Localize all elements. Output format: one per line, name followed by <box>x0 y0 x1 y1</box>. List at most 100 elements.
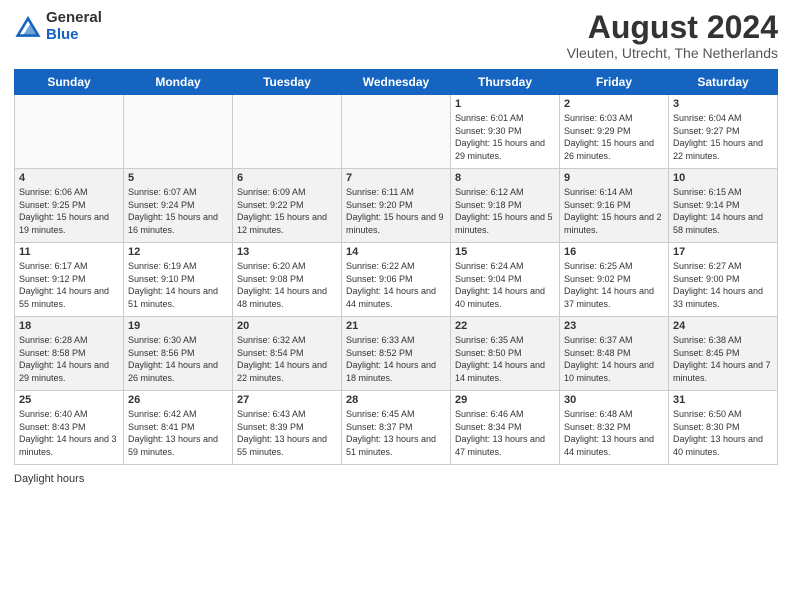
day-info: Sunrise: 6:22 AM Sunset: 9:06 PM Dayligh… <box>346 260 446 310</box>
day-info: Sunrise: 6:50 AM Sunset: 8:30 PM Dayligh… <box>673 408 773 458</box>
calendar-header-row: SundayMondayTuesdayWednesdayThursdayFrid… <box>15 70 778 95</box>
calendar-day-cell <box>342 95 451 169</box>
day-number: 9 <box>564 172 664 184</box>
day-info: Sunrise: 6:25 AM Sunset: 9:02 PM Dayligh… <box>564 260 664 310</box>
day-info: Sunrise: 6:45 AM Sunset: 8:37 PM Dayligh… <box>346 408 446 458</box>
footer: Daylight hours <box>14 469 778 487</box>
day-info: Sunrise: 6:20 AM Sunset: 9:08 PM Dayligh… <box>237 260 337 310</box>
calendar-day-cell: 20 Sunrise: 6:32 AM Sunset: 8:54 PM Dayli… <box>233 317 342 391</box>
calendar-day-cell: 23 Sunrise: 6:37 AM Sunset: 8:48 PM Dayli… <box>560 317 669 391</box>
calendar-week-row: 11 Sunrise: 6:17 AM Sunset: 9:12 PM Dayli… <box>15 243 778 317</box>
calendar-day-cell: 31 Sunrise: 6:50 AM Sunset: 8:30 PM Dayli… <box>669 391 778 465</box>
logo-icon <box>14 15 42 39</box>
day-number: 26 <box>128 394 228 406</box>
day-number: 27 <box>237 394 337 406</box>
day-number: 23 <box>564 320 664 332</box>
day-info: Sunrise: 6:43 AM Sunset: 8:39 PM Dayligh… <box>237 408 337 458</box>
page: General Blue August 2024 Vleuten, Utrech… <box>0 0 792 612</box>
day-info: Sunrise: 6:46 AM Sunset: 8:34 PM Dayligh… <box>455 408 555 458</box>
calendar-table: SundayMondayTuesdayWednesdayThursdayFrid… <box>14 69 778 465</box>
calendar-day-cell: 9 Sunrise: 6:14 AM Sunset: 9:16 PM Daylig… <box>560 169 669 243</box>
calendar-day-cell: 4Sunrise: 6:06 AM Sunset: 9:25 PM Daylig… <box>15 169 124 243</box>
calendar-day-cell: 1Sunrise: 6:01 AM Sunset: 9:30 PM Daylig… <box>451 95 560 169</box>
day-info: Sunrise: 6:33 AM Sunset: 8:52 PM Dayligh… <box>346 334 446 384</box>
location: Vleuten, Utrecht, The Netherlands <box>567 45 778 61</box>
day-number: 12 <box>128 246 228 258</box>
calendar-day-header: Thursday <box>451 70 560 95</box>
footer-text: Daylight hours <box>14 473 84 485</box>
header: General Blue August 2024 Vleuten, Utrech… <box>14 10 778 61</box>
day-number: 22 <box>455 320 555 332</box>
day-info: Sunrise: 6:32 AM Sunset: 8:54 PM Dayligh… <box>237 334 337 384</box>
day-number: 2 <box>564 98 664 110</box>
calendar-day-header: Monday <box>124 70 233 95</box>
calendar-day-cell: 28 Sunrise: 6:45 AM Sunset: 8:37 PM Dayli… <box>342 391 451 465</box>
day-info: Sunrise: 6:37 AM Sunset: 8:48 PM Dayligh… <box>564 334 664 384</box>
calendar-day-cell: 2 Sunrise: 6:03 AM Sunset: 9:29 PM Daylig… <box>560 95 669 169</box>
calendar-day-cell: 15Sunrise: 6:24 AM Sunset: 9:04 PM Dayli… <box>451 243 560 317</box>
month-title: August 2024 <box>567 10 778 45</box>
day-info: Sunrise: 6:07 AM Sunset: 9:24 PM Dayligh… <box>128 186 228 236</box>
day-number: 7 <box>346 172 446 184</box>
calendar-day-cell: 13Sunrise: 6:20 AM Sunset: 9:08 PM Dayli… <box>233 243 342 317</box>
calendar-week-row: 18Sunrise: 6:28 AM Sunset: 8:58 PM Dayli… <box>15 317 778 391</box>
calendar-day-cell: 19 Sunrise: 6:30 AM Sunset: 8:56 PM Dayli… <box>124 317 233 391</box>
day-number: 30 <box>564 394 664 406</box>
day-number: 11 <box>19 246 119 258</box>
calendar-day-cell <box>233 95 342 169</box>
calendar-day-cell: 6Sunrise: 6:09 AM Sunset: 9:22 PM Daylig… <box>233 169 342 243</box>
calendar-day-cell: 8Sunrise: 6:12 AM Sunset: 9:18 PM Daylig… <box>451 169 560 243</box>
day-info: Sunrise: 6:03 AM Sunset: 9:29 PM Dayligh… <box>564 112 664 162</box>
day-number: 17 <box>673 246 773 258</box>
logo: General Blue <box>14 10 102 43</box>
calendar-day-cell: 10 Sunrise: 6:15 AM Sunset: 9:14 PM Dayli… <box>669 169 778 243</box>
calendar-day-cell: 17 Sunrise: 6:27 AM Sunset: 9:00 PM Dayli… <box>669 243 778 317</box>
day-number: 5 <box>128 172 228 184</box>
day-info: Sunrise: 6:09 AM Sunset: 9:22 PM Dayligh… <box>237 186 337 236</box>
logo-general-text: General <box>46 10 102 27</box>
calendar-day-cell: 5 Sunrise: 6:07 AM Sunset: 9:24 PM Daylig… <box>124 169 233 243</box>
calendar-day-cell: 29 Sunrise: 6:46 AM Sunset: 8:34 PM Dayli… <box>451 391 560 465</box>
day-number: 25 <box>19 394 119 406</box>
day-info: Sunrise: 6:14 AM Sunset: 9:16 PM Dayligh… <box>564 186 664 236</box>
calendar-day-cell: 22 Sunrise: 6:35 AM Sunset: 8:50 PM Dayli… <box>451 317 560 391</box>
day-number: 14 <box>346 246 446 258</box>
calendar-day-cell: 25 Sunrise: 6:40 AM Sunset: 8:43 PM Dayli… <box>15 391 124 465</box>
day-number: 18 <box>19 320 119 332</box>
logo-text: General Blue <box>46 10 102 43</box>
day-info: Sunrise: 6:42 AM Sunset: 8:41 PM Dayligh… <box>128 408 228 458</box>
day-info: Sunrise: 6:35 AM Sunset: 8:50 PM Dayligh… <box>455 334 555 384</box>
day-info: Sunrise: 6:19 AM Sunset: 9:10 PM Dayligh… <box>128 260 228 310</box>
calendar-week-row: 4Sunrise: 6:06 AM Sunset: 9:25 PM Daylig… <box>15 169 778 243</box>
day-info: Sunrise: 6:04 AM Sunset: 9:27 PM Dayligh… <box>673 112 773 162</box>
calendar-day-cell: 30Sunrise: 6:48 AM Sunset: 8:32 PM Dayli… <box>560 391 669 465</box>
day-info: Sunrise: 6:11 AM Sunset: 9:20 PM Dayligh… <box>346 186 446 236</box>
calendar-day-header: Saturday <box>669 70 778 95</box>
day-info: Sunrise: 6:40 AM Sunset: 8:43 PM Dayligh… <box>19 408 119 458</box>
calendar-day-cell: 14 Sunrise: 6:22 AM Sunset: 9:06 PM Dayli… <box>342 243 451 317</box>
day-info: Sunrise: 6:24 AM Sunset: 9:04 PM Dayligh… <box>455 260 555 310</box>
day-number: 28 <box>346 394 446 406</box>
day-info: Sunrise: 6:17 AM Sunset: 9:12 PM Dayligh… <box>19 260 119 310</box>
calendar-week-row: 1Sunrise: 6:01 AM Sunset: 9:30 PM Daylig… <box>15 95 778 169</box>
calendar-day-cell: 27 Sunrise: 6:43 AM Sunset: 8:39 PM Dayli… <box>233 391 342 465</box>
calendar-day-cell: 24Sunrise: 6:38 AM Sunset: 8:45 PM Dayli… <box>669 317 778 391</box>
calendar-week-row: 25 Sunrise: 6:40 AM Sunset: 8:43 PM Dayli… <box>15 391 778 465</box>
calendar-day-cell: 3Sunrise: 6:04 AM Sunset: 9:27 PM Daylig… <box>669 95 778 169</box>
day-number: 31 <box>673 394 773 406</box>
day-number: 19 <box>128 320 228 332</box>
day-info: Sunrise: 6:27 AM Sunset: 9:00 PM Dayligh… <box>673 260 773 310</box>
day-number: 1 <box>455 98 555 110</box>
calendar-day-cell <box>124 95 233 169</box>
day-number: 10 <box>673 172 773 184</box>
day-number: 16 <box>564 246 664 258</box>
logo-blue-text: Blue <box>46 27 102 44</box>
day-number: 29 <box>455 394 555 406</box>
day-number: 21 <box>346 320 446 332</box>
calendar-day-header: Friday <box>560 70 669 95</box>
day-info: Sunrise: 6:15 AM Sunset: 9:14 PM Dayligh… <box>673 186 773 236</box>
day-info: Sunrise: 6:30 AM Sunset: 8:56 PM Dayligh… <box>128 334 228 384</box>
calendar-day-cell: 12 Sunrise: 6:19 AM Sunset: 9:10 PM Dayli… <box>124 243 233 317</box>
day-number: 20 <box>237 320 337 332</box>
calendar-day-cell: 11 Sunrise: 6:17 AM Sunset: 9:12 PM Dayli… <box>15 243 124 317</box>
